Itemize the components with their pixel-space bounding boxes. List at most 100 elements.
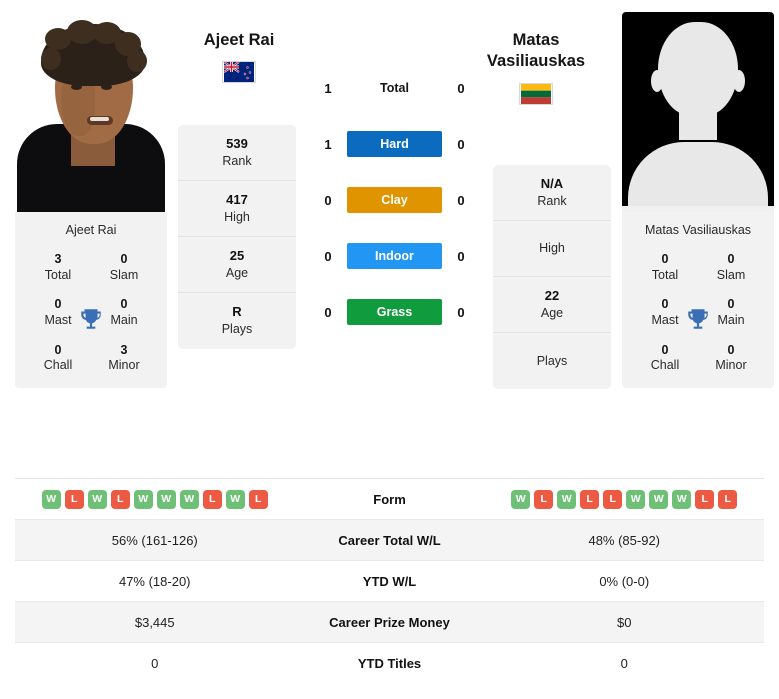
h2h-left-score: 0 [324,192,332,208]
left-value: $3,445 [134,614,175,630]
form-badge-loss: L [110,489,130,509]
left-player-name[interactable]: Ajeet Rai [159,30,319,51]
left-player-column: Ajeet Rai 3 Total 0 Slam 0 Mast 0 Main 0… [15,12,167,388]
left-player-card: Ajeet Rai 3 Total 0 Slam 0 Mast 0 Main 0… [15,12,167,388]
info-value: N/A [540,175,564,191]
left-info-list: 539 Rank 417 High 25 Age R Plays [178,125,296,349]
info-row: 539 Rank [178,125,296,181]
info-label: Rank [537,193,567,208]
form-badge-win: W [87,489,107,509]
stat-value: 0 [54,342,62,357]
trophy-icon [81,309,101,329]
form-badge-loss: L [534,489,554,509]
surface-badge-grass[interactable]: Grass [347,299,442,325]
title-stat: 0 Total [632,252,698,283]
table-row-prize-money: $3,445 Career Prize Money $0 [15,602,764,643]
info-row: N/A Rank [493,165,611,221]
info-label: Age [540,305,564,320]
info-value: 417 [226,191,248,207]
left-player-photo-caption: Ajeet Rai [15,212,167,248]
stat-label: Slam [109,267,139,282]
stat-value: 0 [120,252,128,266]
form-badge-loss: L [248,489,268,509]
row-label-form: Form [373,491,406,507]
stat-label: Total [651,267,679,282]
surface-badge-indoor[interactable]: Indoor [347,243,442,269]
right-value: $0 [617,614,632,630]
info-row: High [493,221,611,277]
h2h-row-clay: 0 Clay 0 [307,172,482,228]
form-badge-loss: L [202,489,222,509]
right-value: 48% (85-92) [588,532,661,548]
form-badge-win: W [133,489,153,509]
form-badge-loss: L [718,489,738,509]
title-stat: 0 Chall [25,343,91,374]
surface-badge-hard[interactable]: Hard [347,131,442,157]
form-badge-win: W [511,489,531,509]
left-form-cell: WLWLWWWLWL [15,489,295,509]
form-badge-loss: L [695,489,715,509]
form-badge-loss: L [64,489,84,509]
form-badge-win: W [41,489,61,509]
table-row-ytd-titles: 0 YTD Titles 0 [15,643,764,684]
form-badge-win: W [672,489,692,509]
h2h-left-score: 0 [324,304,332,320]
right-info-list: N/A Rank High 22 Age Plays [493,165,611,389]
info-label: High [539,241,565,256]
info-label: Rank [222,153,252,168]
right-player-name[interactable]: Matas Vasiliauskas [456,30,616,73]
stat-value: 3 [54,252,62,266]
form-badge-win: W [626,489,646,509]
info-value: R [232,304,242,320]
left-value: 47% (18-20) [118,573,191,589]
h2h-right-score: 0 [457,304,465,320]
left-value: 56% (161-126) [111,532,198,548]
stat-value: 3 [120,342,128,357]
info-row: R Plays [178,293,296,349]
h2h-label-wrap: Indoor [347,243,442,269]
table-row-career-wl: 56% (161-126) Career Total W/L 48% (85-9… [15,520,764,561]
right-player-header: Matas Vasiliauskas [456,30,616,105]
h2h-label: Total [380,81,409,95]
info-label: Plays [221,322,253,337]
title-stat: 0 Slam [698,252,764,283]
right-player-titles-grid: 0 Total 0 Slam 0 Mast 0 Main 0 Chall 0 M… [622,248,774,388]
stat-value: 0 [727,252,735,266]
info-value: 539 [226,135,248,151]
info-label: Age [225,265,249,280]
h2h-row-indoor: 0 Indoor 0 [307,228,482,284]
info-row: Plays [493,333,611,389]
right-value: 0% (0-0) [599,573,650,589]
row-label: Career Total W/L [338,532,441,548]
h2h-left-score: 0 [324,248,332,264]
form-badge-win: W [179,489,199,509]
stat-label: Chall [43,358,73,373]
right-value: 0 [620,656,628,671]
right-player-info-card: N/A Rank High 22 Age Plays [493,165,611,389]
title-stat: 0 Slam [91,252,157,283]
player-comparison-page: Ajeet Rai 3 Total 0 Slam 0 Mast 0 Main 0… [0,0,779,699]
row-label: Career Prize Money [329,614,450,630]
h2h-row-grass: 0 Grass 0 [307,284,482,340]
comparison-table: WLWLWWWLWL Form WLWLLWWWLL 56% (161-126)… [15,478,764,684]
title-stat: 0 Chall [632,343,698,374]
row-label: YTD W/L [362,573,417,589]
stat-value: 0 [661,252,669,266]
trophy-icon [688,309,708,329]
right-player-name-line2: Vasiliauskas [486,52,586,71]
left-value: 0 [151,656,159,671]
right-player-photo-caption: Matas Vasiliauskas [622,212,774,248]
avatar-placeholder-icon [622,12,774,212]
new-zealand-flag-icon [222,61,256,84]
lithuania-flag-icon [519,82,553,105]
h2h-right-score: 0 [457,136,465,152]
form-badge-win: W [649,489,669,509]
stat-label: Slam [716,267,746,282]
info-label: High [224,209,250,224]
stat-value: 0 [727,342,735,357]
surface-badge-clay[interactable]: Clay [347,187,442,213]
stat-label: Total [44,267,72,282]
h2h-label-wrap: Grass [347,299,442,325]
h2h-row-hard: 1 Hard 0 [307,116,482,172]
h2h-label-wrap: Hard [347,131,442,157]
